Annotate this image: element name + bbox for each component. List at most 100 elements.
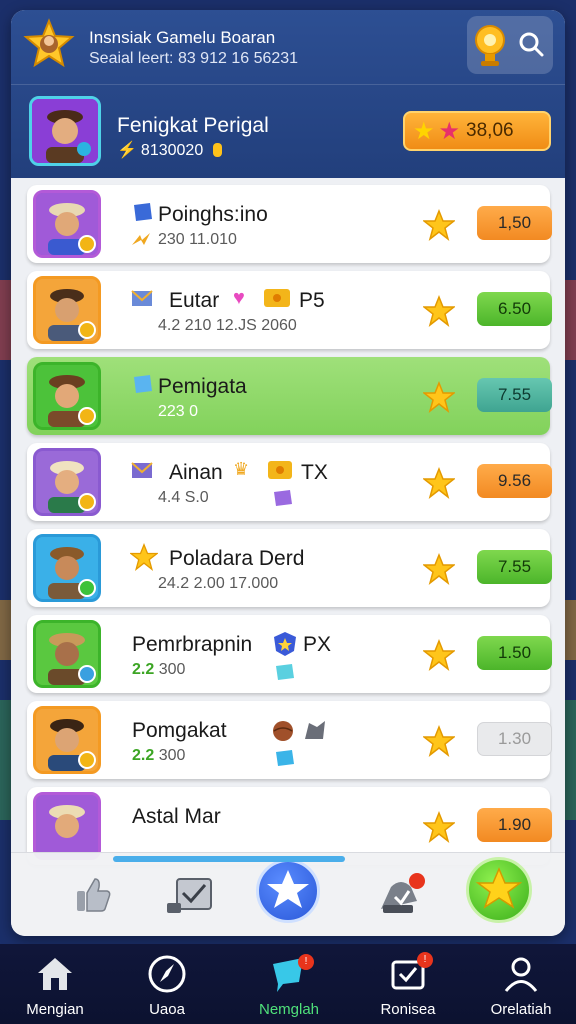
rank-badge-icon [78, 235, 96, 253]
leaderboard-row[interactable]: Poladara Derd 24.2 2.00 17.000 7.55 [27, 529, 552, 607]
row-stats: 4.2 210 12.JS 2060 [158, 317, 297, 334]
row-name: Pemrbrapnin [132, 633, 253, 656]
trophy-icon[interactable] [473, 22, 507, 68]
row-stats: 24.2 2.00 17.000 [158, 575, 279, 592]
avatar [33, 534, 101, 602]
row-value[interactable]: 1.50 [477, 636, 552, 670]
notification-bell-icon[interactable] [375, 871, 427, 919]
star-icon [423, 467, 455, 499]
star-icon [423, 381, 455, 413]
row-stats-value: 300 [158, 747, 186, 764]
avatar [33, 792, 101, 860]
leaderboard-row[interactable]: Poinghs:ino 230 11.010 1,50 [27, 185, 552, 263]
row-tag: P5 [299, 289, 325, 312]
row-stats: 2.2 300 [132, 661, 185, 679]
row-value[interactable]: 1.90 [477, 808, 552, 842]
row-value[interactable]: 1,50 [477, 206, 552, 240]
profile-icon [504, 957, 538, 992]
thumbs-up-icon[interactable] [73, 875, 113, 915]
rank-badge-icon [78, 321, 96, 339]
row-value[interactable]: 7.55 [477, 378, 552, 412]
action-bar [11, 852, 565, 936]
star-icon [423, 209, 455, 241]
header-divider [11, 84, 565, 85]
tab-orelatiah[interactable]: Orelatiah [466, 944, 576, 1024]
row-value[interactable]: 9.56 [477, 464, 552, 498]
tab-label: Uaoa [149, 1001, 185, 1018]
heart-icon: ♥ [233, 287, 245, 309]
row-tag: PX [303, 633, 332, 656]
pink-star-icon: ★ [438, 117, 461, 145]
row-value[interactable]: 1.30 [477, 722, 552, 756]
star-icon [423, 553, 455, 585]
row-name: Eutar [169, 289, 220, 312]
player-meta: ⚡ 8130020 [117, 140, 223, 160]
leaderboard-row[interactable]: Eutar ♥ P5 4.2 210 12.JS 2060 6.50 [27, 271, 552, 349]
player-portrait-icon [32, 99, 98, 163]
star-icon [423, 639, 455, 671]
tab-mengian[interactable]: Mengian [0, 944, 110, 1024]
star-icon [423, 295, 455, 327]
leaderboard-row-highlighted[interactable]: Pemigata 223 0 7.55 [27, 357, 552, 435]
tab-uaoa[interactable]: Uaoa [112, 944, 222, 1024]
player-name: Fenigkat Perigal [117, 114, 269, 137]
rank-badge-icon [78, 493, 96, 511]
bolt-icon: ⚡ [117, 142, 137, 159]
tab-ronisea[interactable]: ! Ronisea [353, 944, 463, 1024]
avatar [33, 706, 101, 774]
leaderboard-row[interactable]: Ainan ♛ TX 4.4 S.0 9.56 [27, 443, 552, 521]
rank-badge-icon [78, 751, 96, 769]
tab-label: Orelatiah [490, 1001, 552, 1018]
search-icon[interactable] [515, 28, 547, 60]
row-value[interactable]: 6.50 [477, 292, 552, 326]
bottom-tab-bar: Mengian Uaoa ! Nemglah ! Ronisea Orelati… [0, 944, 576, 1024]
star-icon [130, 543, 158, 571]
star-icon [423, 811, 455, 843]
star-icon: ★ [413, 117, 435, 145]
rock-icon [305, 721, 325, 739]
crystal-icon [276, 750, 294, 766]
leaderboard-row[interactable]: Pemrbrapnin PX 2.2 300 1.50 [27, 615, 552, 693]
purple-gem-icon [274, 490, 292, 506]
star-badge-icon [23, 18, 75, 68]
header: Insnsiak Gamelu Boaran Seaial leert: 83 … [11, 10, 565, 178]
ticket-icon [268, 461, 292, 479]
avatar [33, 620, 101, 688]
ball-icon [273, 721, 293, 741]
bolt-icon [132, 233, 150, 245]
header-actions [467, 16, 553, 74]
avatar-portrait-icon [36, 795, 98, 857]
ticket-icon [264, 289, 290, 307]
row-name: Pemigata [158, 375, 247, 398]
row-value[interactable]: 7.55 [477, 550, 552, 584]
rank-badge-icon [78, 407, 96, 425]
tab-nemglah[interactable]: ! Nemglah [234, 944, 344, 1024]
row-tag: TX [301, 461, 328, 484]
checklist-icon[interactable] [163, 873, 217, 919]
compass-icon [148, 955, 186, 993]
player-score: 38,06 [466, 120, 514, 141]
crown-icon: ♛ [233, 459, 250, 479]
shield-gem-icon [274, 632, 296, 656]
leaderboard-panel: Insnsiak Gamelu Boaran Seaial leert: 83 … [11, 10, 565, 936]
row-stats: 4.4 S.0 [158, 489, 209, 506]
row-name: Poinghs:ino [158, 203, 268, 226]
leaderboard-row[interactable]: Pomgakat 2.2 300 1.30 [27, 701, 552, 779]
header-title: Insnsiak Gamelu Boaran [89, 28, 276, 47]
row-name: Ainan [169, 461, 223, 484]
notification-badge: ! [298, 954, 314, 970]
row-stats-accent: 2.2 [132, 661, 155, 678]
row-stats: 223 0 [158, 403, 199, 420]
favorite-star-button[interactable] [256, 859, 320, 923]
star-icon [423, 725, 455, 757]
gem-icon [134, 203, 152, 221]
crystal-icon [276, 664, 294, 680]
crystal-icon [134, 375, 152, 393]
tab-label: Mengian [26, 1001, 84, 1018]
reward-star-button[interactable] [466, 857, 532, 923]
row-stats-value: 300 [158, 661, 186, 678]
tab-label: Ronisea [380, 1001, 436, 1018]
tab-label: Nemglah [258, 1001, 320, 1018]
player-score-pill[interactable]: ★ ★ 38,06 [403, 111, 551, 151]
player-avatar[interactable] [29, 96, 101, 166]
